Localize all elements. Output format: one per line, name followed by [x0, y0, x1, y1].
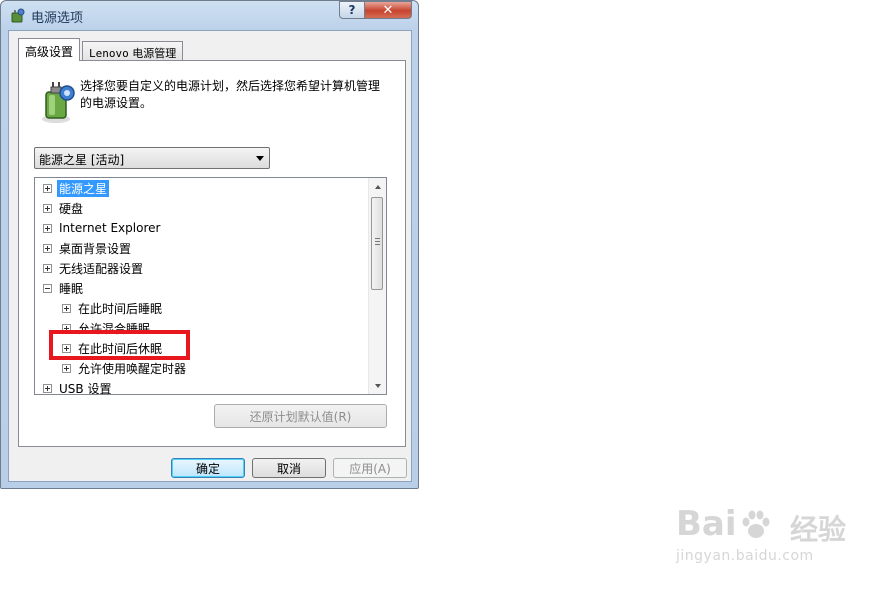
arrow-up-icon — [374, 184, 381, 189]
collapse-minus-icon[interactable] — [43, 283, 52, 293]
tree-item-label: 能源之星 — [57, 179, 110, 197]
expand-plus-icon[interactable] — [62, 363, 71, 373]
tree-item-label: 允许使用唤醒定时器 — [78, 361, 187, 376]
help-button[interactable]: ? — [339, 1, 365, 19]
expand-plus-icon[interactable] — [43, 223, 52, 233]
dialog-client-area: 高级设置 Lenovo 电源管理 选择您要自定义的电源计划，然后选择您希望计算机… — [8, 30, 412, 482]
watermark-brand: Bai — [676, 504, 737, 544]
tree-item[interactable]: 能源之星 — [43, 178, 110, 198]
close-button[interactable]: ✕ — [364, 1, 412, 19]
arrow-down-icon — [374, 383, 381, 388]
tree-item[interactable]: 允许使用唤醒定时器 — [62, 358, 186, 378]
tree-item[interactable]: 无线适配器设置 — [43, 258, 143, 278]
tree-item-label: USB 设置 — [59, 381, 112, 395]
power-options-icon — [11, 8, 25, 23]
expand-plus-icon[interactable] — [43, 263, 52, 273]
expand-plus-icon[interactable] — [43, 203, 52, 213]
tree-item[interactable]: USB 设置 — [43, 378, 112, 395]
tree-item[interactable]: 硬盘 — [43, 198, 83, 218]
watermark-url: jingyan.baidu.com — [676, 548, 814, 564]
expand-plus-icon[interactable] — [43, 383, 52, 393]
grip-line — [375, 241, 380, 242]
tree-item-label: 无线适配器设置 — [59, 261, 144, 276]
title-bar[interactable]: 电源选项 ? ✕ — [1, 1, 418, 29]
power-options-dialog: 电源选项 ? ✕ 高级设置 Lenovo 电源管理 选择您要自定义的电源计划，然… — [0, 0, 419, 489]
expand-plus-icon[interactable] — [62, 303, 71, 313]
restore-defaults-button[interactable]: 还原计划默认值(R) — [214, 404, 387, 428]
apply-button[interactable]: 应用(A) — [333, 458, 407, 478]
red-highlight-annotation — [49, 330, 190, 360]
tree-scrollbar[interactable] — [368, 178, 386, 394]
window-title: 电源选项 — [31, 11, 84, 26]
expand-plus-icon[interactable] — [43, 183, 52, 193]
tree-item[interactable]: 睡眠 — [43, 278, 83, 298]
scroll-up-button[interactable] — [369, 178, 386, 195]
cancel-button[interactable]: 取消 — [252, 458, 326, 478]
power-plan-icon — [42, 82, 75, 123]
tree-item-label: 桌面背景设置 — [59, 241, 132, 256]
tree-item-label: 睡眠 — [59, 281, 84, 296]
tab-label: 高级设置 — [25, 45, 74, 59]
tree-item-label: 在此时间后睡眠 — [78, 301, 163, 316]
advanced-settings-panel: 选择您要自定义的电源计划，然后选择您希望计算机管理的电源设置。 能源之星 [活动… — [18, 60, 406, 447]
paw-icon — [742, 510, 770, 538]
baidu-jingyan-watermark: Bai 经验 jingyan.baidu.com — [676, 494, 876, 574]
power-plan-select-value: 能源之星 [活动] — [39, 153, 125, 167]
tab-label-brand: Lenovo — [89, 47, 129, 60]
power-plan-select[interactable]: 能源之星 [活动] — [34, 147, 270, 169]
tree-item-label: 硬盘 — [59, 201, 84, 216]
tab-advanced-settings[interactable]: 高级设置 — [18, 38, 81, 61]
tab-lenovo-power-management[interactable]: Lenovo 电源管理 — [82, 41, 184, 61]
ok-button[interactable]: 确定 — [171, 458, 245, 478]
grip-line — [375, 238, 380, 239]
tree-item[interactable]: 在此时间后睡眠 — [62, 298, 162, 318]
watermark-jingyan: 经验 — [790, 513, 847, 546]
settings-tree[interactable]: 能源之星硬盘 Internet Explorer 桌面背景设置 无线适配器设置 睡眠在此… — [34, 177, 387, 395]
expand-plus-icon[interactable] — [43, 243, 52, 253]
description-text: 选择您要自定义的电源计划，然后选择您希望计算机管理的电源设置。 — [80, 79, 381, 110]
chevron-down-icon — [256, 156, 264, 161]
tree-item-label: Internet Explorer — [59, 221, 161, 235]
grip-line — [375, 244, 380, 245]
tree-item[interactable]: 桌面背景设置 — [43, 238, 131, 258]
scroll-thumb[interactable] — [371, 197, 383, 290]
tab-label-rest: 电源管理 — [128, 47, 177, 60]
scroll-down-button[interactable] — [369, 377, 386, 394]
tree-item[interactable]: Internet Explorer — [43, 218, 160, 238]
